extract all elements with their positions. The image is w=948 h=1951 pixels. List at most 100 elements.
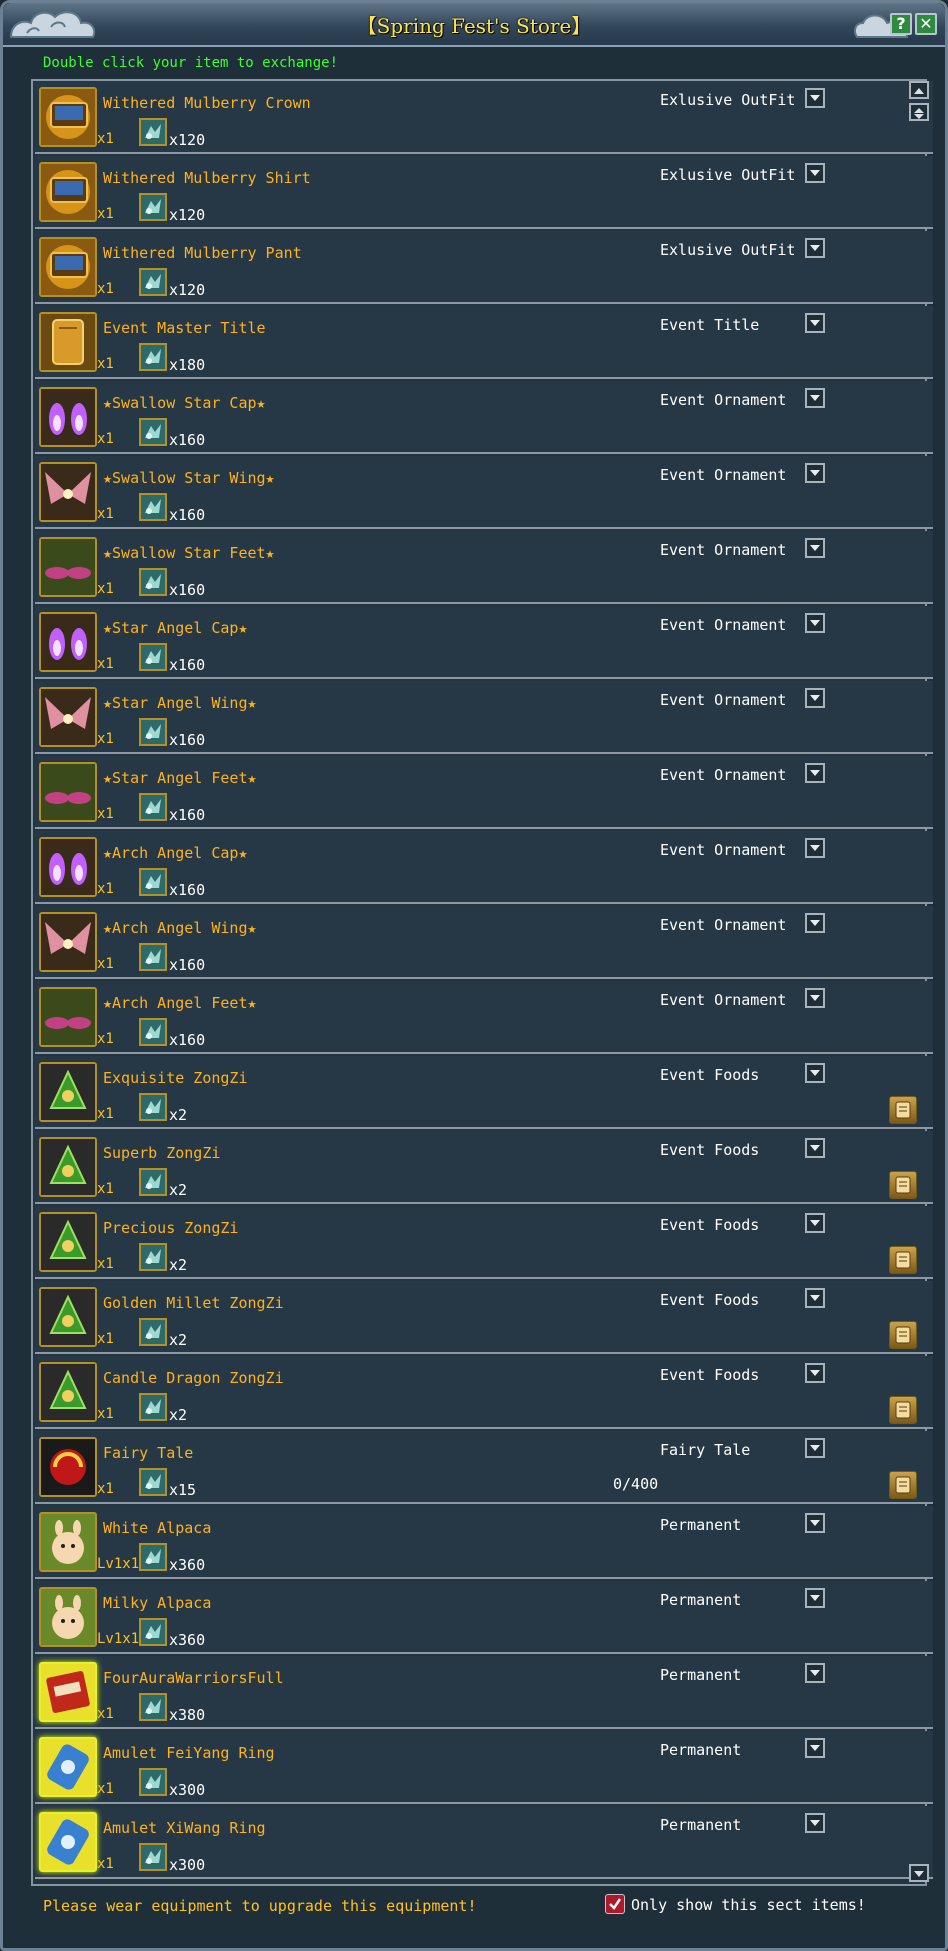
- scroll-down-button[interactable]: [909, 1864, 929, 1882]
- scroll-page-button[interactable]: [909, 103, 929, 121]
- list-item[interactable]: Amulet XiWang Ring x1 x300 Permanent: [35, 1806, 933, 1879]
- item-thumbnail[interactable]: [39, 987, 97, 1047]
- item-thumbnail[interactable]: [39, 462, 97, 522]
- item-thumbnail[interactable]: [39, 1062, 97, 1122]
- item-detail-button[interactable]: [889, 1171, 917, 1199]
- item-thumbnail[interactable]: [39, 312, 97, 372]
- category-dropdown-button[interactable]: [805, 1288, 825, 1308]
- title-bar[interactable]: 【Spring Fest's Store】 ? ✕: [3, 3, 945, 47]
- category-dropdown-button[interactable]: [805, 1063, 825, 1083]
- currency-token-icon: [139, 1318, 167, 1346]
- list-item[interactable]: ★Star Angel Cap★ x1 x160 Event Ornament: [35, 606, 933, 679]
- item-quantity: x1: [97, 1256, 114, 1272]
- list-item[interactable]: Candle Dragon ZongZi x1 x2 Event Foods: [35, 1356, 933, 1429]
- item-thumbnail[interactable]: [39, 762, 97, 822]
- list-item[interactable]: Withered Mulberry Crown x1 x120 Exlusive Ou…: [35, 81, 933, 154]
- category-dropdown-button[interactable]: [805, 388, 825, 408]
- list-item[interactable]: Milky Alpaca Lv1x1 x360 Permanent: [35, 1581, 933, 1654]
- item-thumbnail[interactable]: [39, 87, 97, 147]
- category-dropdown-button[interactable]: [805, 688, 825, 708]
- item-thumbnail[interactable]: [39, 237, 97, 297]
- item-thumbnail[interactable]: [39, 912, 97, 972]
- category-dropdown-button[interactable]: [805, 1663, 825, 1683]
- item-quantity: x1: [97, 1031, 114, 1047]
- item-thumbnail[interactable]: [39, 612, 97, 672]
- item-thumbnail[interactable]: [39, 387, 97, 447]
- help-button[interactable]: ?: [890, 13, 912, 35]
- item-thumbnail[interactable]: [39, 537, 97, 597]
- item-thumbnail[interactable]: [39, 1362, 97, 1422]
- item-category: Permanent: [660, 1591, 742, 1609]
- category-dropdown-button[interactable]: [805, 913, 825, 933]
- item-thumbnail[interactable]: [39, 1812, 97, 1872]
- item-thumbnail[interactable]: [39, 1737, 97, 1797]
- category-dropdown-button[interactable]: [805, 1363, 825, 1383]
- item-detail-button[interactable]: [889, 1471, 917, 1499]
- category-dropdown-button[interactable]: [805, 238, 825, 258]
- category-dropdown-button[interactable]: [805, 1738, 825, 1758]
- item-quantity: x1: [97, 881, 114, 897]
- list-item[interactable]: Precious ZongZi x1 x2 Event Foods: [35, 1206, 933, 1279]
- category-dropdown-button[interactable]: [805, 838, 825, 858]
- list-item[interactable]: Golden Millet ZongZi x1 x2 Event Foods: [35, 1281, 933, 1354]
- currency-token-icon: [139, 493, 167, 521]
- item-thumbnail[interactable]: [39, 1287, 97, 1347]
- list-item[interactable]: Superb ZongZi x1 x2 Event Foods: [35, 1131, 933, 1204]
- list-item[interactable]: White Alpaca Lv1x1 x360 Permanent: [35, 1506, 933, 1579]
- category-dropdown-button[interactable]: [805, 163, 825, 183]
- list-item[interactable]: Exquisite ZongZi x1 x2 Event Foods: [35, 1056, 933, 1129]
- close-button[interactable]: ✕: [915, 13, 937, 35]
- book-icon: [41, 1664, 95, 1720]
- chevron-down-icon: [810, 95, 820, 101]
- item-category: Exlusive OutFit: [660, 241, 796, 259]
- category-dropdown-button[interactable]: [805, 613, 825, 633]
- item-thumbnail[interactable]: [39, 1662, 97, 1722]
- list-item[interactable]: ★Star Angel Feet★ x1 x160 Event Ornament: [35, 756, 933, 829]
- item-thumbnail[interactable]: [39, 1587, 97, 1647]
- item-detail-button[interactable]: [889, 1321, 917, 1349]
- category-dropdown-button[interactable]: [805, 1813, 825, 1833]
- purchase-limit: 0/400: [613, 1475, 659, 1493]
- list-item[interactable]: Event Master Title x1 x180 Event Title: [35, 306, 933, 379]
- item-detail-button[interactable]: [889, 1246, 917, 1274]
- category-dropdown-button[interactable]: [805, 463, 825, 483]
- item-category: Event Ornament: [660, 916, 787, 934]
- zongzi-icon: [41, 1364, 95, 1420]
- list-item[interactable]: ★Swallow Star Wing★ x1 x160 Event Ornament: [35, 456, 933, 529]
- item-thumbnail[interactable]: [39, 1512, 97, 1572]
- sect-filter-checkbox[interactable]: [605, 1894, 625, 1914]
- category-dropdown-button[interactable]: [805, 538, 825, 558]
- category-dropdown-button[interactable]: [805, 313, 825, 333]
- item-thumbnail[interactable]: [39, 162, 97, 222]
- item-thumbnail[interactable]: [39, 1137, 97, 1197]
- list-item[interactable]: FourAuraWarriorsFull x1 x380 Permanent: [35, 1656, 933, 1729]
- list-item[interactable]: ★Swallow Star Cap★ x1 x160 Event Ornament: [35, 381, 933, 454]
- item-thumbnail[interactable]: [39, 1212, 97, 1272]
- item-cost: x120: [169, 281, 206, 299]
- list-item[interactable]: ★Arch Angel Wing★ x1 x160 Event Ornament: [35, 906, 933, 979]
- item-thumbnail[interactable]: [39, 1437, 97, 1497]
- list-item[interactable]: Withered Mulberry Shirt x1 x120 Exlusive Ou…: [35, 156, 933, 229]
- category-dropdown-button[interactable]: [805, 763, 825, 783]
- item-thumbnail[interactable]: [39, 687, 97, 747]
- item-detail-button[interactable]: [889, 1096, 917, 1124]
- category-dropdown-button[interactable]: [805, 1513, 825, 1533]
- item-quantity: Lv1x1: [97, 1631, 140, 1647]
- list-item[interactable]: ★Star Angel Wing★ x1 x160 Event Ornament: [35, 681, 933, 754]
- category-dropdown-button[interactable]: [805, 1588, 825, 1608]
- list-item[interactable]: ★Arch Angel Cap★ x1 x160 Event Ornament: [35, 831, 933, 904]
- category-dropdown-button[interactable]: [805, 1213, 825, 1233]
- list-item[interactable]: ★Swallow Star Feet★ x1 x160 Event Ornament: [35, 531, 933, 604]
- list-item[interactable]: ★Arch Angel Feet★ x1 x160 Event Ornament: [35, 981, 933, 1054]
- category-dropdown-button[interactable]: [805, 988, 825, 1008]
- item-detail-button[interactable]: [889, 1396, 917, 1424]
- list-item[interactable]: Amulet FeiYang Ring x1 x300 Permanent: [35, 1731, 933, 1804]
- list-item[interactable]: Fairy Tale x1 x15 Fairy Tale 0/400: [35, 1431, 933, 1504]
- item-thumbnail[interactable]: [39, 837, 97, 897]
- scroll-up-button[interactable]: [909, 81, 929, 99]
- list-item[interactable]: Withered Mulberry Pant x1 x120 Exlusive Out…: [35, 231, 933, 304]
- category-dropdown-button[interactable]: [805, 1138, 825, 1158]
- item-category: Exlusive OutFit: [660, 91, 796, 109]
- category-dropdown-button[interactable]: [805, 1438, 825, 1458]
- category-dropdown-button[interactable]: [805, 88, 825, 108]
